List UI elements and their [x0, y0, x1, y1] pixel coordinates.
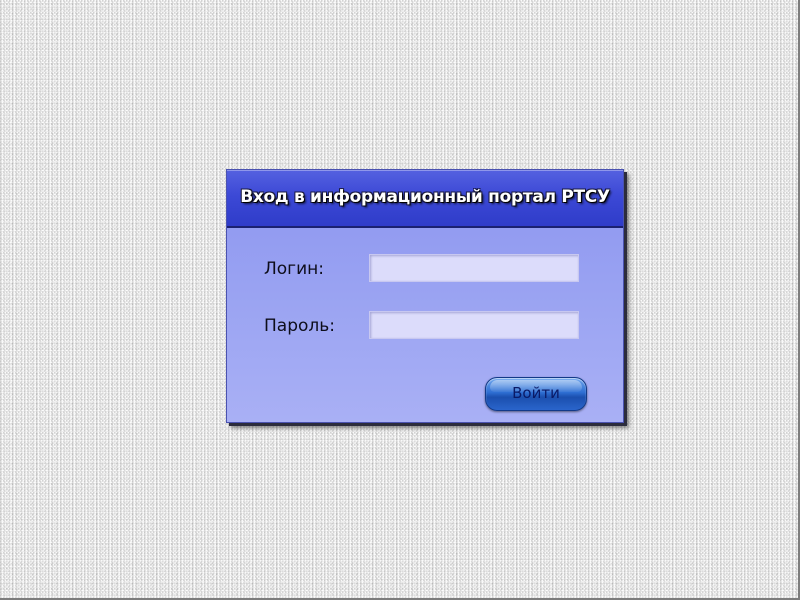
login-input[interactable] — [369, 254, 579, 282]
panel-header: Вход в информационный портал РТСУ — [227, 170, 623, 228]
login-button-label: Войти — [512, 384, 560, 402]
login-button[interactable]: Войти — [485, 377, 587, 411]
panel-title: Вход в информационный портал РТСУ — [240, 187, 610, 207]
login-panel: Вход в информационный портал РТСУ Логин:… — [226, 169, 624, 423]
login-label: Логин: — [264, 259, 325, 279]
password-label: Пароль: — [264, 316, 336, 336]
password-input[interactable] — [369, 311, 579, 339]
